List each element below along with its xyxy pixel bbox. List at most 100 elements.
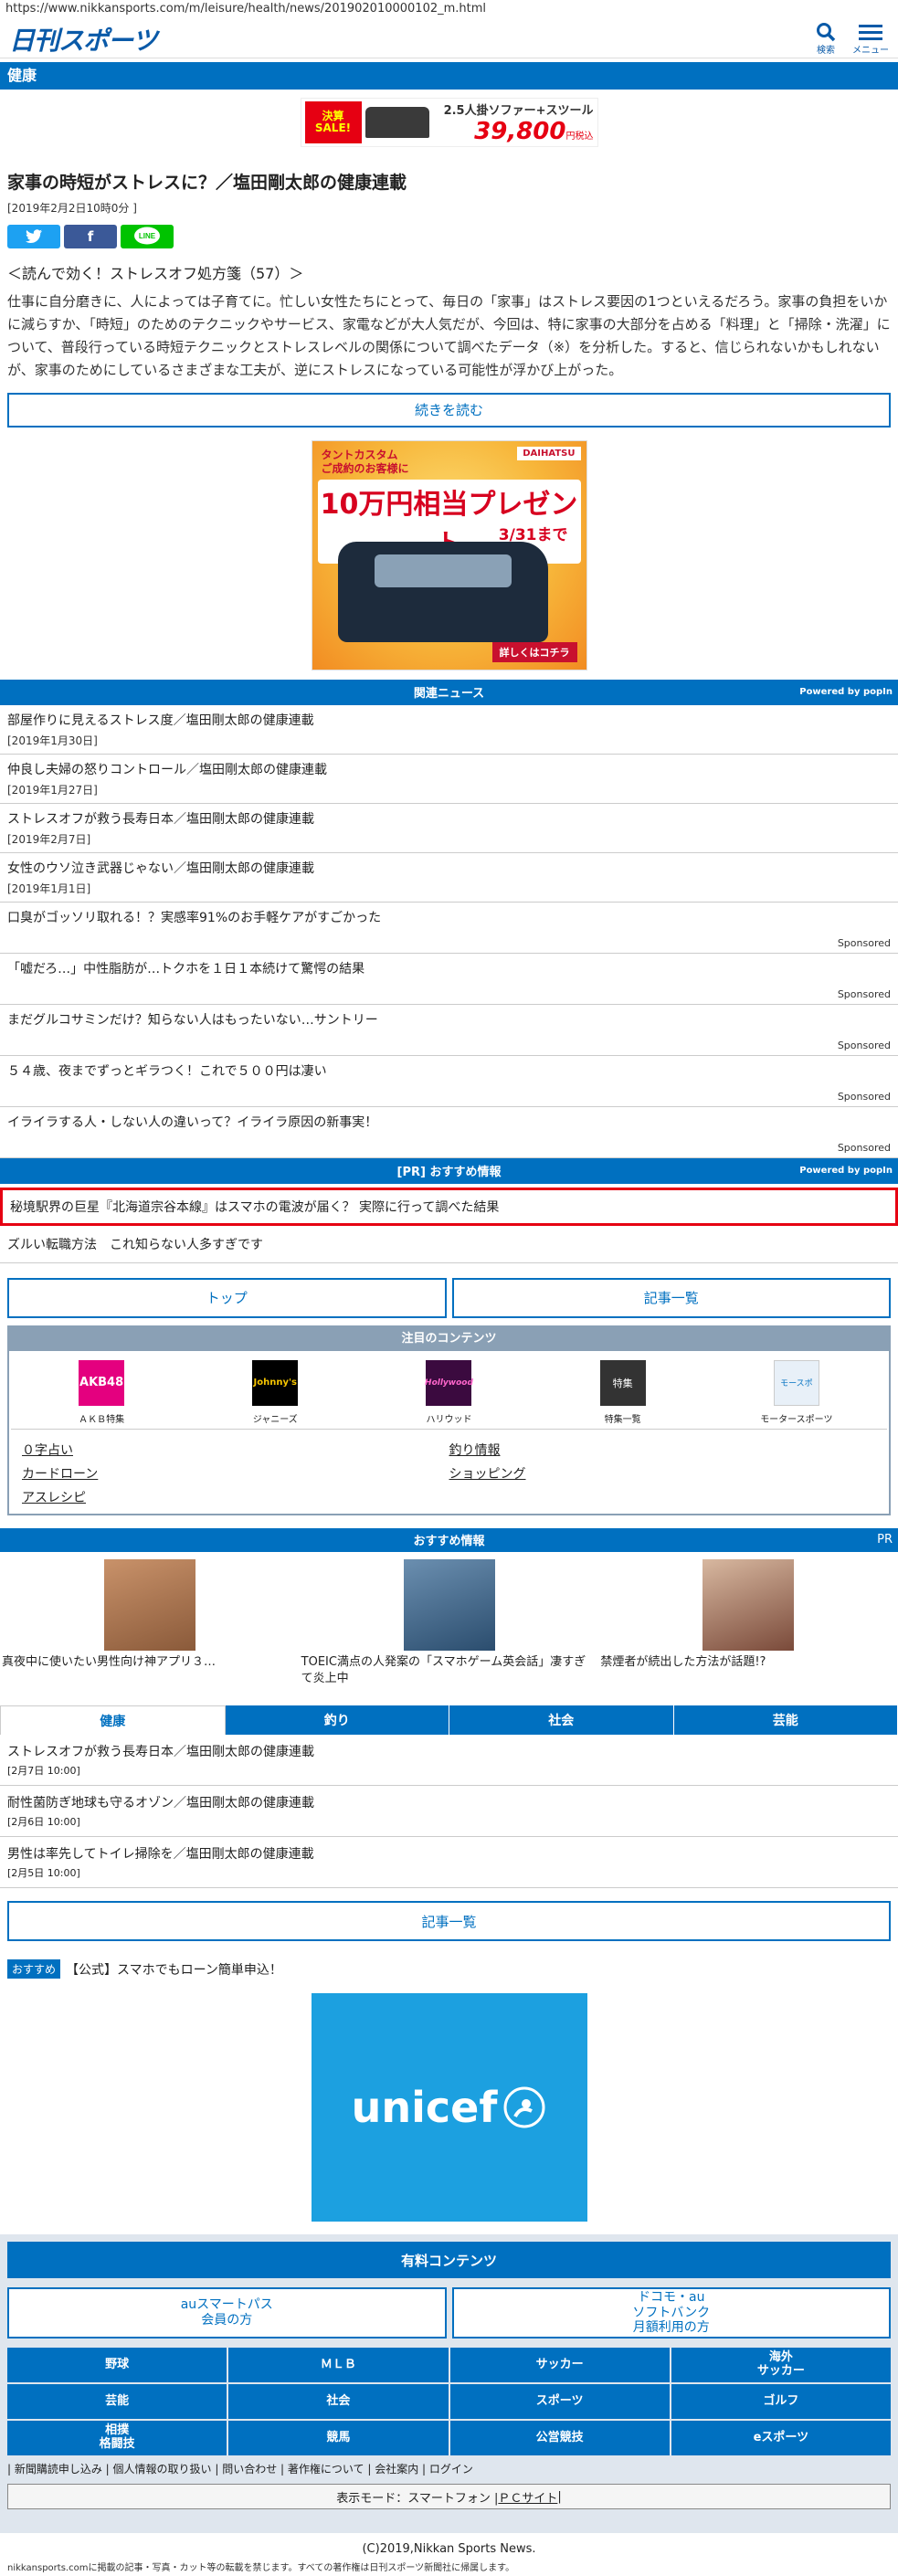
line-text: LINE — [139, 232, 156, 240]
grid-mlb[interactable]: ＭＬＢ — [228, 2348, 449, 2383]
facebook-share-button[interactable]: f — [64, 224, 117, 248]
grid-society[interactable]: 社会 — [228, 2384, 449, 2420]
unicef-ad[interactable]: unicef — [311, 1993, 587, 2222]
tab-society[interactable]: 社会 — [449, 1705, 674, 1736]
car-image — [337, 541, 548, 642]
twitter-share-button[interactable] — [7, 224, 60, 248]
sponsored-label: Sponsored — [837, 987, 891, 1000]
akb-icon: AKB48 — [79, 1359, 125, 1406]
pr-header: [PR] おすすめ情報 Powered by popIn — [0, 1157, 898, 1184]
top-button[interactable]: トップ — [7, 1277, 447, 1318]
sofa-image — [364, 107, 429, 138]
grid-sumo[interactable]: 相撲 格闘技 — [7, 2421, 227, 2456]
link-fishing[interactable]: 釣り情報 — [449, 1441, 877, 1459]
sponsored-item[interactable]: 「嘘だろ…」中性脂肪が…トクホを１日１本続けて驚愕の結果 Sponsored — [0, 954, 898, 1005]
ad-price-unit: 円税込 — [565, 131, 594, 142]
link-fortune[interactable]: ０字占い — [22, 1441, 449, 1459]
site-logo[interactable]: 日刊スポーツ — [9, 21, 157, 58]
tab-health[interactable]: 健康 — [0, 1705, 226, 1736]
osusume-tag: おすすめ — [7, 1959, 61, 1980]
news-title: 女性のウソ泣き武器じゃない／塩田剛太郎の健康連載 — [7, 860, 314, 876]
sponsored-title: 口臭がゴッソリ取れる！？実感率91%のお手軽ケアがすごかった — [7, 910, 382, 925]
menu-label: メニュー — [852, 46, 889, 56]
docomo-button[interactable]: ドコモ・au ソフトバンク 月額利用の方 — [451, 2287, 891, 2339]
news-item[interactable]: 仲良し夫婦の怒りコントロール／塩田剛太郎の健康連載 [2019年1月27日] — [0, 755, 898, 804]
address-bar[interactable]: https://www.nikkansports.com/m/leisure/h… — [0, 0, 898, 20]
footer-links[interactable]: | 新聞購読申し込み | 個人情報の取り扱い | 問い合わせ | 著作権について… — [7, 2461, 891, 2476]
sponsored-title: イライラする人・しない人の違いって？イライラ原因の新事実！ — [7, 1114, 378, 1130]
pr-powered-by: Powered by popIn — [799, 1166, 893, 1177]
recommend-list: 真夜中に使いたい男性向け神アプリ３… TOEIC満点の人発案の「スマホゲーム英会… — [0, 1552, 898, 1687]
osusume-row[interactable]: おすすめ 【公式】スマホでもローン簡単申込！ — [0, 1941, 898, 1980]
article-title: 家事の時短がストレスに？／塩田剛太郎の健康連載 — [7, 173, 407, 193]
paid-contents-bar[interactable]: 有料コンテンツ — [7, 2242, 891, 2279]
grid-soccer[interactable]: サッカー — [449, 2348, 670, 2383]
recommend-item[interactable]: TOEIC満点の人発案の「スマホゲーム英会話」凄すぎて炎上中 — [301, 1558, 597, 1687]
sofa-ad[interactable]: 決算 SALE! 2.5人掛ソファー+スツール 39,800円税込 — [300, 98, 598, 147]
news-item[interactable]: ストレスオフが救う長寿日本／塩田剛太郎の健康連載 [2019年2月7日] — [0, 804, 898, 853]
grid-golf[interactable]: ゴルフ — [671, 2384, 891, 2420]
grid-sports[interactable]: スポーツ — [449, 2384, 670, 2420]
link-cardloan[interactable]: カードローン — [22, 1464, 449, 1483]
article: 家事の時短がストレスに？／塩田剛太郎の健康連載 [2019年2月2日10時0分 … — [0, 155, 898, 428]
tab-entertainment[interactable]: 芸能 — [673, 1705, 898, 1736]
sponsored-item[interactable]: まだグルコサミンだけ？知らない人はもったいない…サントリー Sponsored — [0, 1005, 898, 1056]
top-ad-banner[interactable]: 決算 SALE! 2.5人掛ソファー+スツール 39,800円税込 — [0, 95, 898, 150]
article-list-button[interactable]: 記事一覧 — [451, 1277, 891, 1318]
pc-site-link[interactable]: ＰＣサイト — [498, 2488, 557, 2506]
article-series: ＜読んで効く！ストレスオフ処方箋（57）＞ — [7, 264, 304, 282]
features-icon: 特集 — [599, 1359, 646, 1406]
search-button[interactable]: 検索 — [816, 22, 836, 56]
sponsored-item[interactable]: ５４歳、夜までずっとギラつく！これで５００円は凄い Sponsored — [0, 1056, 898, 1107]
powered-by: Powered by popIn — [799, 687, 893, 698]
grid-horse-racing[interactable]: 競馬 — [228, 2421, 449, 2456]
grid-overseas-soccer[interactable]: 海外 サッカー — [671, 2348, 891, 2383]
tile-motorsports[interactable]: モースポ モータースポーツ — [755, 1359, 838, 1425]
mode-prefix: 表示モード：スマートフォン | — [336, 2491, 499, 2506]
daihatsu-ad[interactable]: DAIHATSU タントカスタム ご成約のお客様に 10万円相当プレゼント 3/… — [311, 439, 587, 670]
tab-fishing[interactable]: 釣り — [225, 1705, 449, 1736]
ad-brand: DAIHATSU — [517, 446, 581, 460]
link-shopping[interactable]: ショッピング — [449, 1464, 877, 1483]
search-icon — [817, 23, 836, 42]
news-item[interactable]: 部屋作りに見えるストレス度／塩田剛太郎の健康連載 [2019年1月30日] — [0, 705, 898, 755]
news-date: [2019年1月1日] — [7, 882, 91, 895]
line-share-button[interactable]: LINE — [121, 224, 174, 248]
related-news-list: 部屋作りに見えるストレス度／塩田剛太郎の健康連載 [2019年1月30日] 仲良し… — [0, 705, 898, 1158]
read-more-button[interactable]: 続きを読む — [7, 392, 891, 428]
tile-akb[interactable]: AKB48 ＡＫＢ特集 — [60, 1359, 143, 1425]
osusume-text: 【公式】スマホでもローン簡単申込！ — [66, 1962, 282, 1978]
sponsored-item[interactable]: 口臭がゴッソリ取れる！？実感率91%のお手軽ケアがすごかった Sponsored — [0, 903, 898, 954]
tile-hollywood[interactable]: Hollywood ハリウッド — [407, 1359, 490, 1425]
mode-suffix: | — [557, 2489, 562, 2504]
tab-news-item[interactable]: 男性は率先してトイレ掃除を／塩田剛太郎の健康連載 [2月5日 10:00] — [0, 1837, 898, 1889]
article-list-button-2[interactable]: 記事一覧 — [7, 1901, 891, 1942]
link-athle-recipe[interactable]: アスレシピ — [22, 1488, 449, 1506]
tab-news-item[interactable]: 耐性菌防ぎ地球も守るオゾン／塩田剛太郎の健康連載 [2月6日 10:00] — [0, 1786, 898, 1838]
display-mode: 表示モード：スマートフォン | ＰＣサイト | — [7, 2484, 891, 2510]
pr-item[interactable]: 秘境駅界の巨星『北海道宗谷本線』はスマホの電波が届く？ 実際に行って調べた結果 — [0, 1187, 898, 1226]
grid-public-racing[interactable]: 公営競技 — [449, 2421, 670, 2456]
grid-entertainment[interactable]: 芸能 — [7, 2384, 227, 2420]
ad-price: 39,800 — [474, 117, 566, 145]
ad-product: 2.5人掛ソファー+スツール — [443, 103, 594, 118]
news-item[interactable]: 女性のウソ泣き武器じゃない／塩田剛太郎の健康連載 [2019年1月1日] — [0, 853, 898, 903]
recommend-image — [403, 1558, 495, 1651]
tile-johnnys[interactable]: Johnny's ジャニーズ — [234, 1359, 316, 1425]
featured-contents: 注目のコンテンツ AKB48 ＡＫＢ特集 Johnny's ジャニーズ Hollyw… — [7, 1325, 891, 1515]
recommend-item[interactable]: 禁煙者が続出した方法が話題!? — [600, 1558, 896, 1687]
recommend-item[interactable]: 真夜中に使いたい男性向け神アプリ３… — [2, 1558, 298, 1687]
footer: 有料コンテンツ auスマートパス 会員の方 ドコモ・au ソフトバンク 月額利用… — [0, 2234, 898, 2534]
tab-news-title: ストレスオフが救う長寿日本／塩田剛太郎の健康連載 — [7, 1745, 314, 1760]
tab-news-item[interactable]: ストレスオフが救う長寿日本／塩田剛太郎の健康連載 [2月7日 10:00] — [0, 1735, 898, 1787]
pr-item[interactable]: ズルい転職方法 これ知らない人多すぎです — [0, 1226, 898, 1263]
tile-label: モータースポーツ — [760, 1414, 833, 1425]
sponsored-item[interactable]: イライラする人・しない人の違いって？イライラ原因の新事実！ Sponsored — [0, 1107, 898, 1158]
tile-features[interactable]: 特集 特集一覧 — [582, 1359, 664, 1425]
menu-button[interactable]: メニュー — [852, 22, 889, 56]
au-smartpass-button[interactable]: auスマートパス 会員の方 — [7, 2287, 447, 2339]
grid-baseball[interactable]: 野球 — [7, 2348, 227, 2383]
category-bar[interactable]: 健康 — [0, 62, 898, 90]
ad-cta[interactable]: 詳しくはコチラ — [491, 641, 577, 662]
grid-esports[interactable]: eスポーツ — [671, 2421, 891, 2456]
